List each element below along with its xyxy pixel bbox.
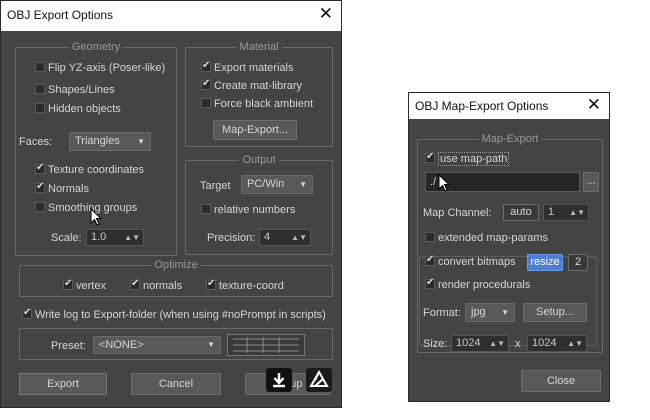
shapes-lines-checkbox[interactable]: Shapes/Lines: [35, 84, 115, 96]
export-options-window: OBJ Export Options ✕ Geometry Flip YZ-ax…: [0, 0, 342, 408]
export-window-title: OBJ Export Options: [7, 8, 114, 22]
scale-label: Scale:: [51, 232, 82, 244]
chevron-down-icon: ▼: [299, 180, 307, 189]
write-log-checkbox[interactable]: Write log to Export-folder (when using #…: [22, 307, 326, 321]
map-close-icon[interactable]: ✕: [587, 95, 601, 115]
spinner-arrows-icon[interactable]: ▲▼: [124, 230, 140, 245]
write-log-checkbox-box[interactable]: [22, 307, 32, 319]
cancel-button[interactable]: Cancel: [131, 373, 221, 395]
export-materials-checkbox-box[interactable]: [201, 60, 211, 72]
spinner-arrows-icon[interactable]: ▲▼: [489, 336, 505, 351]
create-mat-library-checkbox-box[interactable]: [201, 78, 211, 90]
smoothing-groups-checkbox[interactable]: Smoothing groups: [35, 202, 137, 214]
optimize-texture-coord-checkbox[interactable]: texture-coord: [206, 278, 284, 292]
size-label: Size:: [423, 338, 448, 350]
force-black-ambient-checkbox[interactable]: Force black ambient: [201, 98, 313, 110]
use-map-path-checkbox[interactable]: use map-path: [425, 151, 510, 166]
optimize-normals-checkbox[interactable]: normals: [130, 278, 182, 292]
scale-spinner[interactable]: 1.0 ▲▼: [86, 229, 144, 246]
material-group-title: Material: [236, 41, 282, 53]
map-export-group-title: Map-Export: [478, 133, 542, 145]
force-black-ambient-checkbox-box[interactable]: [201, 98, 211, 108]
size-height-spinner[interactable]: 1024 ▲▼: [527, 335, 587, 352]
flip-yz-checkbox[interactable]: Flip YZ-axis (Poser-like): [35, 62, 165, 74]
map-channel-spinner[interactable]: 1 ▲▼: [543, 204, 589, 221]
shapes-lines-checkbox-box[interactable]: [35, 84, 45, 94]
browse-button[interactable]: ...: [583, 172, 599, 192]
extended-map-params-checkbox-box[interactable]: [425, 232, 435, 242]
map-close-button[interactable]: Close: [521, 370, 601, 392]
use-map-path-checkbox-box[interactable]: [425, 151, 435, 163]
format-dropdown[interactable]: jpg ▼: [465, 303, 515, 322]
target-dropdown[interactable]: PC/Win ▼: [241, 175, 313, 194]
optimize-texture-coord-checkbox-box[interactable]: [206, 278, 216, 290]
precision-label: Precision:: [207, 232, 256, 244]
output-group-title: Output: [239, 154, 279, 166]
map-titlebar: OBJ Map-Export Options ✕: [409, 93, 609, 119]
precision-spinner[interactable]: 4 ▲▼: [259, 229, 311, 246]
target-label: Target: [200, 180, 231, 192]
map-window-title: OBJ Map-Export Options: [415, 99, 549, 113]
hidden-objects-checkbox[interactable]: Hidden objects: [35, 103, 121, 115]
geometry-group-title: Geometry: [68, 41, 124, 53]
render-procedurals-checkbox[interactable]: render procedurals: [425, 277, 530, 291]
optimize-group-title: Optimize: [151, 259, 201, 271]
export-materials-checkbox[interactable]: Export materials: [201, 60, 293, 74]
mouse-cursor-icon: [438, 174, 451, 192]
spinner-arrows-icon[interactable]: ▲▼: [291, 230, 307, 245]
optimize-vertex-checkbox[interactable]: vertex: [63, 278, 106, 292]
relative-numbers-checkbox-box[interactable]: [201, 204, 211, 214]
spinner-arrows-icon[interactable]: ▲▼: [569, 205, 585, 220]
chevron-down-icon: ▼: [207, 340, 215, 349]
preset-dropdown[interactable]: <NONE> ▼: [93, 336, 221, 354]
pow2-button[interactable]: 2: [568, 254, 588, 271]
export-close-icon[interactable]: ✕: [319, 4, 333, 24]
convert-bitmaps-checkbox[interactable]: convert bitmaps: [425, 254, 516, 268]
preset-label: Preset:: [51, 340, 86, 352]
map-export-options-window: OBJ Map-Export Options ✕ Map-Export use …: [408, 92, 610, 402]
spinner-arrows-icon[interactable]: ▲▼: [567, 336, 583, 351]
hidden-objects-checkbox-box[interactable]: [35, 103, 45, 113]
export-titlebar: OBJ Export Options ✕: [1, 1, 341, 31]
size-separator: x: [515, 338, 521, 350]
render-procedurals-checkbox-box[interactable]: [425, 277, 435, 289]
format-label: Format:: [423, 307, 461, 319]
chevron-down-icon: ▼: [501, 308, 509, 317]
export-button[interactable]: Export: [19, 373, 107, 395]
extended-map-params-checkbox[interactable]: extended map-params: [425, 232, 548, 244]
faces-label: Faces:: [19, 136, 53, 148]
mouse-cursor-icon: [90, 208, 103, 226]
optimize-normals-checkbox-box[interactable]: [130, 278, 140, 290]
smoothing-groups-checkbox-box[interactable]: [35, 202, 45, 212]
create-mat-library-checkbox[interactable]: Create mat-library: [201, 78, 302, 92]
flip-yz-checkbox-box[interactable]: [35, 62, 45, 72]
normals-checkbox[interactable]: Normals: [35, 181, 89, 195]
google-drive-icon[interactable]: [306, 368, 332, 392]
map-setup-button[interactable]: Setup...: [523, 303, 587, 322]
faces-dropdown[interactable]: Triangles ▼: [69, 132, 151, 151]
convert-bitmaps-checkbox-box[interactable]: [425, 254, 435, 266]
auto-button[interactable]: auto: [503, 204, 539, 221]
size-width-spinner[interactable]: 1024 ▲▼: [451, 335, 509, 352]
download-icon[interactable]: [266, 368, 292, 392]
optimize-vertex-checkbox-box[interactable]: [63, 278, 73, 290]
preset-grid-icon[interactable]: [227, 334, 305, 356]
texture-coordinates-checkbox-box[interactable]: [35, 162, 45, 174]
chevron-down-icon: ▼: [137, 137, 145, 146]
normals-checkbox-box[interactable]: [35, 181, 45, 193]
map-channel-label: Map Channel:: [423, 207, 492, 219]
relative-numbers-checkbox[interactable]: relative numbers: [201, 204, 295, 216]
texture-coordinates-checkbox[interactable]: Texture coordinates: [35, 162, 144, 176]
resize-button[interactable]: resize: [527, 254, 563, 271]
map-export-button[interactable]: Map-Export...: [213, 120, 297, 140]
